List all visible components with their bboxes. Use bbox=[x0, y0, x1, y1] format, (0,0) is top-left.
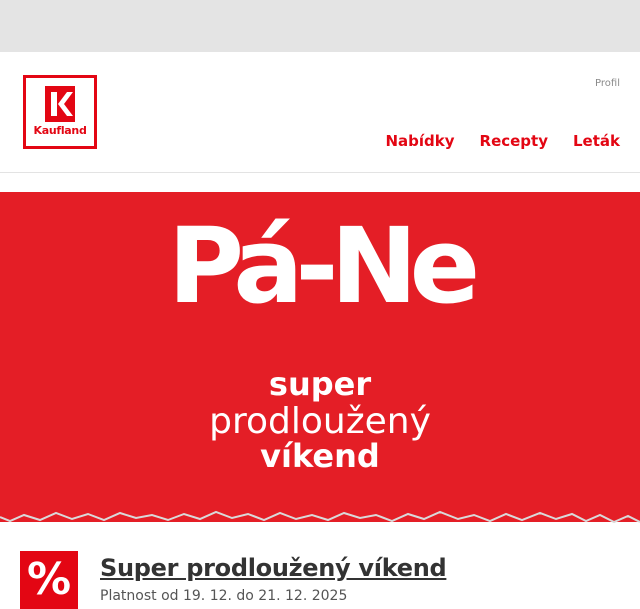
offer-title-link[interactable]: Super prodloužený víkend bbox=[100, 554, 447, 582]
banner-line-super: super bbox=[268, 365, 372, 403]
nav-item-nabidky[interactable]: Nabídky bbox=[385, 132, 454, 150]
banner-line-vikend: víkend bbox=[260, 437, 380, 475]
profile-link[interactable]: Profil bbox=[595, 78, 620, 89]
nav-item-recepty[interactable]: Recepty bbox=[480, 132, 548, 150]
logo-text: Kaufland bbox=[33, 124, 87, 137]
main-nav: Nabídky Recepty Leták bbox=[385, 132, 620, 150]
promo-banner[interactable]: Pá-Ne super prodloužený víkend bbox=[0, 192, 640, 522]
nav-item-letak[interactable]: Leták bbox=[573, 132, 620, 150]
banner-headline: Pá-Ne bbox=[167, 205, 480, 327]
torn-paper-edge bbox=[0, 488, 640, 524]
banner-line-prodlouzeny: prodloužený bbox=[209, 401, 431, 442]
kaufland-logo[interactable]: Kaufland bbox=[23, 75, 97, 149]
site-header: Kaufland Profil Nabídky Recepty Leták bbox=[0, 52, 640, 173]
kaufland-k-icon bbox=[45, 86, 75, 122]
offer-validity: Platnost od 19. 12. do 21. 12. 2025 bbox=[100, 588, 348, 604]
percent-icon: % bbox=[20, 551, 78, 609]
browser-top-bar bbox=[0, 0, 640, 52]
